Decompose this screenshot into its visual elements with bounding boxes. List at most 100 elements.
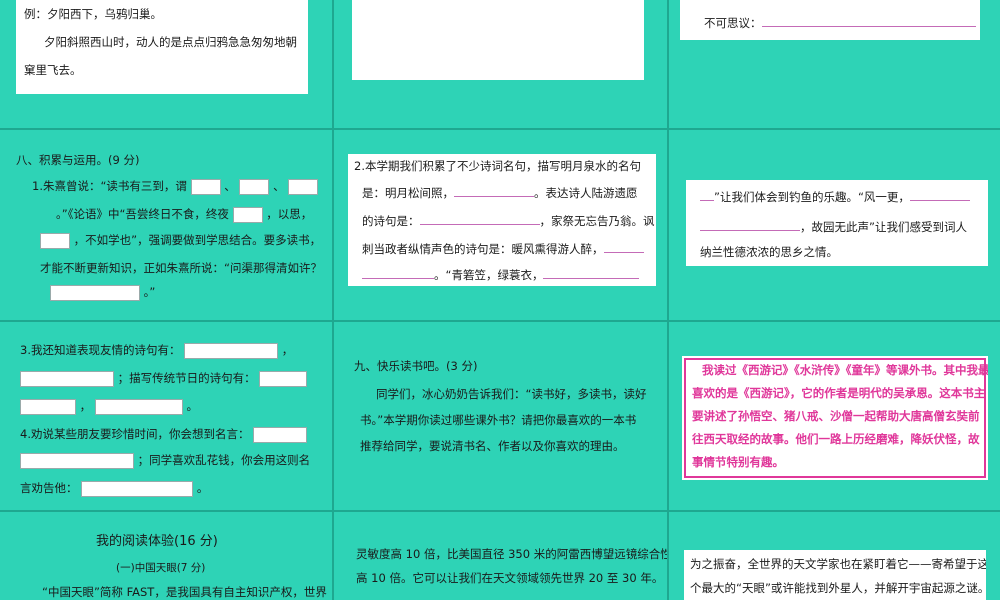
- answer-box[interactable]: [81, 480, 194, 497]
- answer-blank[interactable]: [603, 240, 644, 253]
- answer-box[interactable]: [94, 398, 183, 415]
- section-nine: 九、快乐读书吧。(3 分) 同学们，冰心奶奶告诉我们：“读书好，多读书，读好 书…: [334, 322, 667, 510]
- question-line: 才能不断更新知识，正如朱熹所说：“问渠那得清如许？: [40, 261, 322, 275]
- question-text: 4.劝说某些朋友要珍惜时间，你会想到名言：: [20, 427, 250, 441]
- question-text: ，家祭无忘告乃翁。讽: [539, 214, 655, 228]
- example-card: 例：夕阳西下，乌鸦归巢。 夕阳斜照西山时，动人的是点点归鸦急急匆匆地朝 窠里飞去…: [16, 0, 308, 94]
- slide-grid: 例：夕阳西下，乌鸦归巢。 夕阳斜照西山时，动人的是点点归鸦急急匆匆地朝 窠里飞去…: [0, 0, 1000, 600]
- answer-line: 喜欢的是《西游记》，它的作者是明代的吴承恩。这本书主: [692, 386, 986, 400]
- word-label: 不可思议：: [704, 16, 762, 30]
- question-text: 言劝告他：: [20, 481, 78, 495]
- question-text: ，不如学也”，强调要做到学思结合。要多读书，: [73, 233, 322, 247]
- answer-box[interactable]: [190, 178, 221, 195]
- section-heading: 九、快乐读书吧。(3 分): [354, 359, 478, 373]
- question-line: 的诗句是： ，家祭无忘告乃翁。讽: [362, 212, 655, 229]
- answer-blank[interactable]: [419, 212, 540, 225]
- answer-line: 事情节特别有趣。: [692, 455, 784, 469]
- question-line: 刺当政者纵情声色的诗句是：暖风熏得游人醉，: [362, 240, 644, 257]
- answer-blank[interactable]: [761, 14, 976, 27]
- passage-line: 为之振奋，全世界的天文学家也在紧盯着它——寄希望于这: [690, 557, 986, 571]
- question-text: 的诗句是：: [362, 214, 420, 228]
- question-text: ；描写传统节日的诗句有：: [117, 371, 256, 385]
- question-line: 书。”本学期你读过哪些课外书？请把你最喜欢的一本书: [360, 413, 637, 427]
- question-line: 3.我还知道表现友情的诗句有： ，: [20, 342, 293, 359]
- separator: 、: [273, 179, 285, 193]
- question-text: 。: [196, 481, 209, 495]
- answer-line: 我读过《西游记》《水浒传》《童年》等课外书。其中我最: [702, 363, 988, 377]
- example-line: 窠里飞去。: [24, 63, 82, 77]
- passage-line: 灵敏度高 10 倍，比美国直径 350 米的阿雷西博望远镜综合性: [356, 547, 667, 561]
- passage-card: 为之振奋，全世界的天文学家也在紧盯着它——寄希望于这 个最大的“天眼”或许能找到…: [684, 550, 986, 600]
- question-line: 纳兰性德浓浓的思乡之情。: [700, 245, 838, 259]
- question-line: ， 。: [20, 398, 198, 415]
- question-line: ，故园无此声”让我们感受到词人: [700, 218, 967, 235]
- question-text: 是：明月松间照，: [362, 186, 454, 200]
- passage-continued: 灵敏度高 10 倍，比美国直径 350 米的阿雷西博望远镜综合性 高 10 倍。…: [334, 512, 667, 600]
- poetry-card-continued: ”让我们体会到钓鱼的乐趣。“风一更， ，故园无此声”让我们感受到词人 纳兰性德浓…: [686, 180, 988, 266]
- answer-box[interactable]: [20, 398, 76, 415]
- answer-box[interactable]: [259, 370, 308, 387]
- question-line: 2.本学期我们积累了不少诗词名句，描写明月泉水的名句: [354, 159, 641, 173]
- section-heading: 八、积累与运用。(9 分): [16, 153, 140, 167]
- blank-card: [352, 0, 644, 80]
- answer-box[interactable]: [20, 370, 114, 387]
- question-line: ；描写传统节日的诗句有：: [20, 370, 308, 387]
- answer-blank[interactable]: [909, 188, 970, 201]
- answer-blank[interactable]: [700, 218, 800, 231]
- question-text: 。”《论语》中“吾尝终日不食，终夜: [56, 207, 229, 221]
- word-card: 不可思议：: [680, 0, 980, 40]
- example-line: 例：夕阳西下，乌鸦归巢。: [24, 7, 162, 21]
- question-line: 言劝告他： 。: [20, 480, 208, 497]
- question-line: 1.朱熹曾说：“读书有三到，谓 、 、: [32, 178, 319, 195]
- answer-box[interactable]: [239, 178, 270, 195]
- question-text: 。“青箬笠，绿蓑衣，: [434, 268, 544, 282]
- question-line: ”让我们体会到钓鱼的乐趣。“风一更，: [700, 188, 970, 205]
- section-eight: 八、积累与运用。(9 分) 1.朱熹曾说：“读书有三到，谓 、 、 。”《论语》…: [0, 130, 332, 320]
- poetry-card: 2.本学期我们积累了不少诗词名句，描写明月泉水的名句 是：明月松间照， 。表达诗人…: [348, 154, 656, 286]
- passage-line: 高 10 倍。它可以让我们在天文领域领先世界 20 至 30 年。: [356, 571, 664, 585]
- answer-box[interactable]: [253, 426, 308, 443]
- question-text: 。: [186, 399, 198, 413]
- question-text: ，: [79, 399, 92, 413]
- answer-card: 我读过《西游记》《水浒传》《童年》等课外书。其中我最 喜欢的是《西游记》，它的作…: [682, 356, 988, 480]
- answer-blank[interactable]: [700, 188, 714, 201]
- answer-box[interactable]: [288, 178, 319, 195]
- passage-line: “中国天眼”简称 FAST，是我国具有自主知识产权，世界: [42, 585, 327, 599]
- question-text: 1.朱熹曾说：“读书有三到，谓: [32, 179, 187, 193]
- answer-blank[interactable]: [362, 266, 434, 279]
- answer-line: 要讲述了孙悟空、猪八戒、沙僧一起帮助大唐高僧玄奘前: [692, 409, 980, 423]
- friendship-questions: 3.我还知道表现友情的诗句有： ， ；描写传统节日的诗句有： ， 。 4.劝说某…: [0, 322, 332, 510]
- question-text: ，故园无此声”让我们感受到词人: [800, 220, 967, 234]
- question-line: 同学们，冰心奶奶告诉我们：“读书好，多读书，读好: [376, 387, 647, 401]
- question-line: ，不如学也”，强调要做到学思结合。要多读书，: [40, 232, 321, 249]
- question-text: ，以思，: [266, 207, 313, 221]
- subsection-title: (一)中国天眼(7 分): [116, 562, 206, 574]
- question-line: ；同学喜欢乱花钱，你会用这则名: [20, 452, 310, 469]
- question-text: 3.我还知道表现友情的诗句有：: [20, 343, 181, 357]
- question-line: 。”: [50, 284, 155, 301]
- section-title: 我的阅读体验(16 分): [96, 534, 218, 549]
- answer-blank[interactable]: [454, 184, 534, 197]
- answer-line: 往西天取经的故事。他们一路上历经磨难，降妖伏怪，故: [692, 432, 980, 446]
- question-text: ，: [281, 343, 294, 357]
- question-line: 。“青箬笠，绿蓑衣，: [362, 266, 640, 283]
- question-text: ；同学喜欢乱花钱，你会用这则名: [137, 453, 311, 467]
- example-line: 夕阳斜照西山时，动人的是点点归鸦急急匆匆地朝: [44, 35, 297, 49]
- question-text: 刺当政者纵情声色的诗句是：暖风熏得游人醉，: [362, 242, 604, 256]
- answer-box[interactable]: [20, 452, 134, 469]
- passage-line: 个最大的“天眼”或许能找到外星人，并解开宇宙起源之谜。: [690, 581, 986, 595]
- answer-blank[interactable]: [543, 266, 640, 279]
- answer-box[interactable]: [40, 232, 70, 249]
- question-text: 。表达诗人陆游遗愿: [534, 186, 638, 200]
- answer-box[interactable]: [50, 284, 140, 301]
- question-text: 。”: [143, 285, 156, 299]
- answer-box[interactable]: [232, 206, 263, 223]
- answer-box[interactable]: [184, 342, 279, 359]
- question-line: 4.劝说某些朋友要珍惜时间，你会想到名言：: [20, 426, 308, 443]
- separator: 、: [224, 179, 236, 193]
- question-line: 是：明月松间照， 。表达诗人陆游遗愿: [362, 184, 638, 201]
- reading-experience: 我的阅读体验(16 分) (一)中国天眼(7 分) “中国天眼”简称 FAST，…: [0, 512, 332, 600]
- question-line: 推荐给同学，要说清书名、作者以及你喜欢的理由。: [360, 439, 625, 453]
- word-line: 不可思议：: [704, 14, 976, 31]
- question-line: 。”《论语》中“吾尝终日不食，终夜 ，以思，: [56, 206, 312, 223]
